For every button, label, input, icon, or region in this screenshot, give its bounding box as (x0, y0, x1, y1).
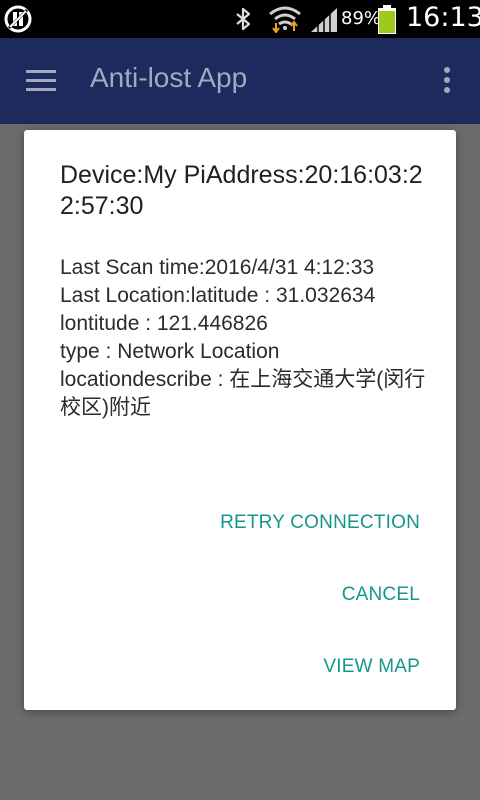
longitude: lontitude : 121.446826 (60, 312, 268, 335)
wifi-icon (269, 6, 301, 33)
more-vert-icon[interactable] (441, 66, 453, 96)
battery-icon (378, 5, 396, 34)
hamburger-menu-icon[interactable] (26, 68, 58, 94)
notification-icon (4, 5, 32, 33)
location-description: locationdescribe : 在上海交通大学(闵行校区)附近 (60, 368, 426, 419)
battery-percent: 89% (341, 8, 382, 29)
signal-icon (311, 8, 337, 32)
retry-connection-button[interactable]: RETRY CONNECTION (220, 506, 420, 540)
app-title: Anti-lost App (90, 62, 248, 93)
dialog-title: Device:My PiAddress:20:16:03:22:57:30 (60, 161, 423, 220)
clock: 16:13 (406, 2, 480, 33)
app-bar: Anti-lost App (0, 38, 480, 124)
view-map-button[interactable]: VIEW MAP (323, 650, 420, 684)
dialog-body: Last Scan time:2016/4/31 4:12:33 Last Lo… (60, 254, 430, 422)
cancel-button[interactable]: CANCEL (342, 578, 420, 612)
last-location-latitude: Last Location:latitude : 31.032634 (60, 284, 376, 307)
location-type: type : Network Location (60, 340, 280, 363)
last-scan-time: Last Scan time:2016/4/31 4:12:33 (60, 256, 375, 279)
status-bar: 89% 16:13 (0, 0, 480, 38)
device-info-dialog: Device:My PiAddress:20:16:03:22:57:30 La… (24, 130, 456, 710)
bluetooth-icon (236, 7, 251, 31)
